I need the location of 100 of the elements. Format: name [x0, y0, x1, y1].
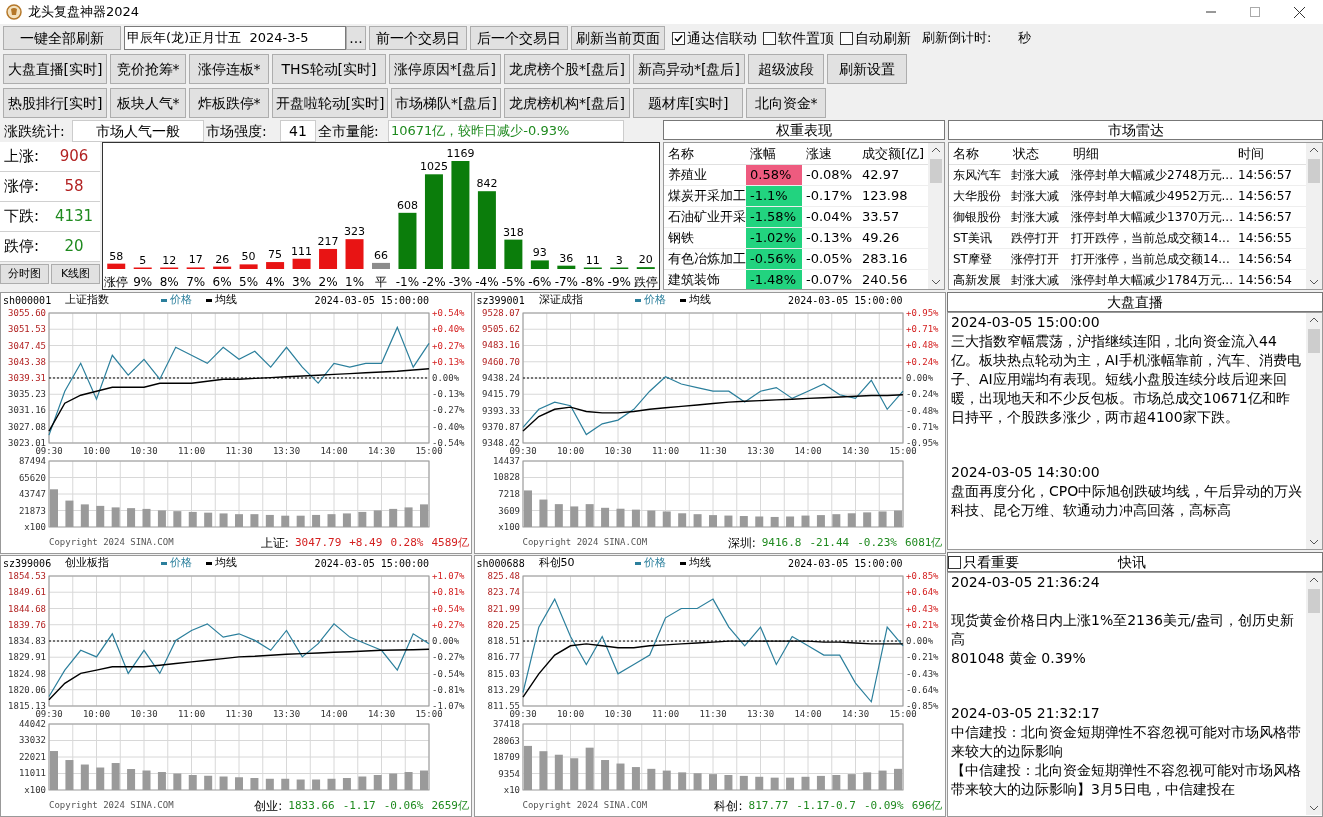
price-axis-label: 3031.16	[8, 405, 46, 416]
previous-day-button[interactable]: 前一个交易日	[369, 26, 467, 50]
category-label: -1%	[395, 275, 420, 289]
percent-axis-label: +0.21%	[905, 619, 938, 630]
category-label: -6%	[528, 275, 552, 289]
table-cell-text: 涨停封单大幅减少1370万元...	[1070, 209, 1234, 226]
index-quote-price: 817.77	[748, 797, 789, 814]
nav-button[interactable]: 板块人气*	[110, 88, 186, 118]
nav-button[interactable]: 开盘啦轮动[实时]	[272, 88, 388, 118]
column-header[interactable]: 涨速	[802, 143, 858, 164]
nav-button[interactable]: 市场梯队*[盘后]	[391, 88, 501, 118]
news-text: 现货黄金价格日内上涨1%至2136美元/盎司，创历史新高	[951, 611, 1295, 649]
price-axis-label: 1844.68	[8, 603, 46, 614]
category-label: 涨停	[104, 275, 129, 289]
nav-button[interactable]: 北向资金*	[746, 88, 826, 118]
table-cell-text: -0.17%	[805, 187, 853, 206]
column-header[interactable]: 名称	[949, 143, 1009, 164]
checkbox[interactable]: 只看重要	[948, 551, 1019, 573]
nav-button[interactable]: 龙虎榜机构*[盘后]	[504, 88, 630, 118]
column-header[interactable]: 涨幅	[746, 143, 802, 164]
nav-button[interactable]: THS轮动[实时]	[272, 54, 386, 84]
checkbox[interactable]: 通达信联动	[672, 27, 757, 49]
nav-button[interactable]: 新高异动*[盘后]	[633, 54, 745, 84]
time-axis-label: 10:30	[130, 446, 158, 456]
percent-axis-label: -0.95%	[905, 438, 938, 448]
legend-item: 价格	[161, 556, 192, 572]
bar-value-label: 66	[374, 248, 388, 262]
table-cell-text: 封涨大减	[1010, 209, 1060, 226]
index-quote-amount: 6081亿	[905, 534, 943, 551]
nav-button[interactable]: 龙虎榜个股*[盘后]	[504, 54, 630, 84]
nav-button[interactable]: 超级波段	[748, 54, 824, 84]
volume-axis-label: 87494	[18, 457, 46, 466]
scrollbar[interactable]	[1306, 143, 1322, 289]
change-cell: 0.58%	[746, 165, 802, 185]
nav-button[interactable]: 刷新设置	[827, 54, 907, 84]
scrollbar[interactable]	[1306, 573, 1322, 815]
category-label: 4%	[265, 275, 285, 289]
price-axis-label: 1854.53	[8, 571, 46, 581]
stats-label: 涨跌统计:	[4, 121, 66, 141]
checkbox[interactable]: 软件置顶	[763, 27, 834, 49]
column-header[interactable]: 成交额[亿]	[858, 143, 928, 164]
price-axis-label: 9393.33	[481, 405, 520, 416]
index-quote-change: -1.17-0.7	[796, 797, 856, 814]
legend-item: 价格	[161, 293, 192, 309]
time-axis-label: 09:30	[508, 709, 537, 719]
table-cell-text: 大华股份	[952, 188, 1002, 205]
scrollbar[interactable]	[928, 143, 944, 289]
refresh-page-button[interactable]: 刷新当前页面	[571, 26, 665, 50]
distribution-bar	[266, 262, 285, 269]
nav-button[interactable]: 涨停原因*[盘后]	[389, 54, 501, 84]
time-axis-label: 11:00	[651, 446, 679, 456]
index-quote-percent: -0.09%	[863, 797, 904, 814]
scrollbar[interactable]	[1306, 313, 1322, 549]
bar-value-label: 75	[268, 248, 283, 262]
checkbox[interactable]: 自动刷新	[840, 27, 911, 49]
table-cell-text: 封涨大减	[1010, 167, 1060, 184]
close-icon[interactable]	[1294, 6, 1305, 18]
view-button[interactable]: K线图	[51, 264, 100, 284]
index-name: 创业板指	[65, 556, 110, 571]
column-header[interactable]: 名称	[664, 143, 746, 164]
nav-button[interactable]: 题材库[实时]	[633, 88, 743, 118]
percent-axis-label: -0.43%	[905, 668, 938, 679]
volume-axis-label: 18709	[492, 752, 520, 762]
distribution-bar	[504, 239, 523, 269]
countdown-label: 刷新倒计时:	[922, 29, 992, 48]
nav-button[interactable]: 大盘直播[实时]	[3, 54, 107, 84]
bar-value-label: 1025	[419, 160, 448, 174]
volume-axis-label: 3609	[497, 505, 520, 516]
count-label: 上涨:	[3, 146, 41, 168]
table-cell-text: -0.04%	[805, 208, 853, 227]
column-header[interactable]: 时间	[1234, 143, 1306, 164]
table-cell-text: -0.05%	[805, 250, 853, 269]
market-volume-field: 10671亿，较昨日减少-0.93%	[388, 120, 624, 142]
date-field[interactable]: 甲辰年(龙)正月廿五 2024-3-5	[124, 26, 346, 50]
table-cell-text: 涨停封单大幅减少2748万元...	[1070, 167, 1234, 184]
copyright-text: Copyright 2024 SINA.COM	[49, 536, 174, 550]
column-header[interactable]: 明细	[1069, 143, 1234, 164]
time-axis-label: 11:00	[177, 446, 206, 456]
percent-axis-label: +0.95%	[905, 308, 938, 318]
legend-item: 价格	[634, 556, 666, 572]
nav-button[interactable]: 热股排行[实时]	[3, 88, 107, 118]
scrollbar-thumb[interactable]	[930, 159, 942, 183]
date-picker-button[interactable]: ...	[346, 26, 366, 50]
table-cell-text: ST摩登	[952, 251, 993, 268]
percent-axis-label: 0.00%	[432, 636, 460, 646]
scrollbar-thumb[interactable]	[1308, 159, 1320, 183]
percent-axis-label: -1.07%	[432, 701, 465, 711]
scrollbar-thumb[interactable]	[1308, 329, 1320, 353]
time-axis-label: 10:30	[130, 709, 158, 719]
next-day-button[interactable]: 后一个交易日	[470, 26, 568, 50]
bar-value-label: 318	[502, 225, 524, 239]
nav-button[interactable]: 涨停连板*	[189, 54, 269, 84]
view-button[interactable]: 分时图	[0, 264, 49, 284]
refresh-all-button[interactable]: 一键全部刷新	[3, 26, 121, 50]
column-header[interactable]: 状态	[1009, 143, 1069, 164]
maximize-icon[interactable]	[1250, 7, 1260, 17]
category-label: 1%	[345, 275, 365, 289]
scrollbar-thumb[interactable]	[1308, 589, 1320, 613]
nav-button[interactable]: 竞价抢筹*	[110, 54, 186, 84]
nav-button[interactable]: 炸板跌停*	[189, 88, 269, 118]
